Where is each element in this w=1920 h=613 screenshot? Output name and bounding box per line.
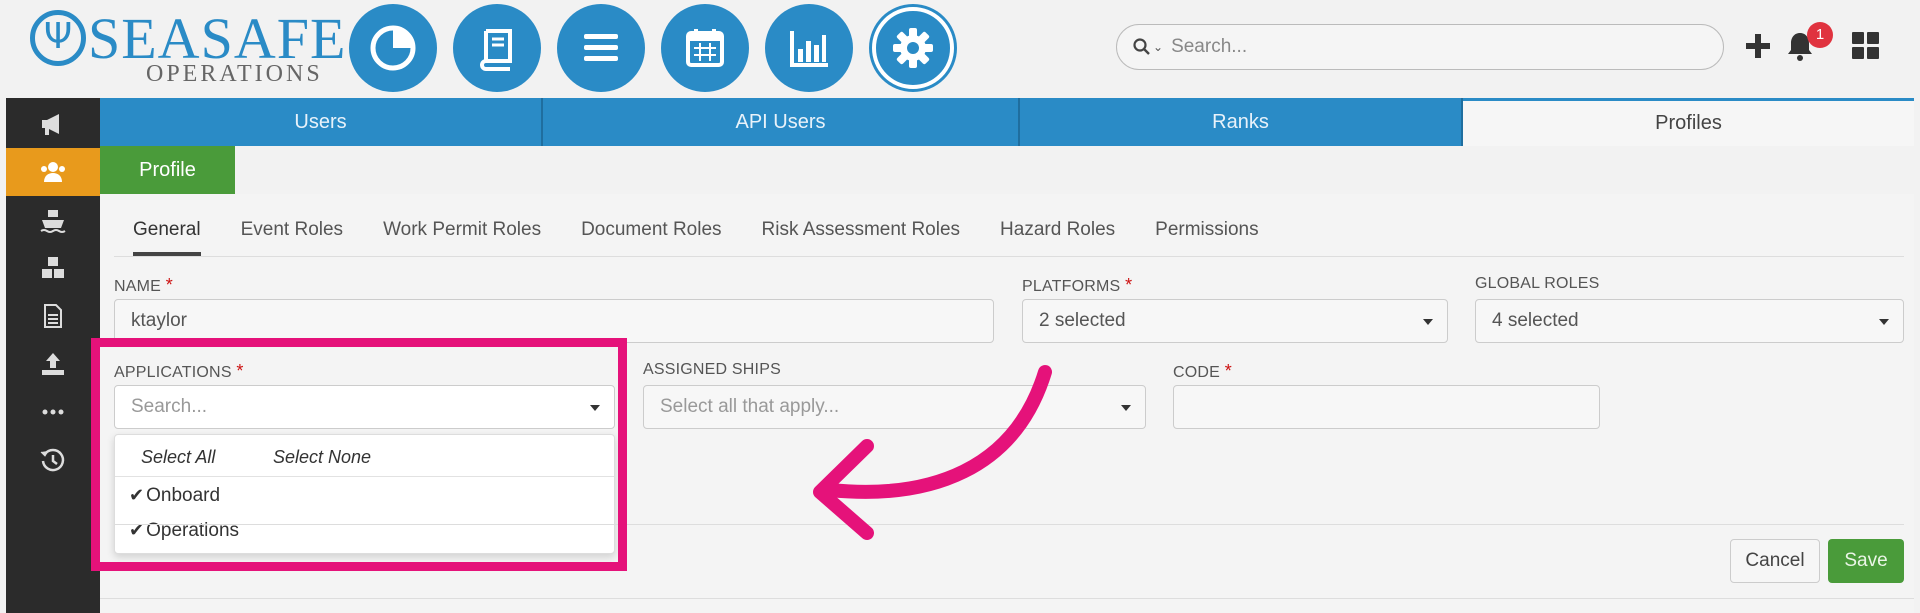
profile-subtabs: General Event Roles Work Permit Roles Do… — [133, 212, 1299, 258]
menu-nav-button[interactable] — [557, 4, 645, 92]
logo-sub: OPERATIONS — [146, 61, 323, 87]
footer-divider — [100, 598, 1914, 599]
menu-icon — [584, 34, 618, 61]
rail-item-ships[interactable] — [6, 196, 100, 244]
subtab-risk-assessment-roles[interactable]: Risk Assessment Roles — [762, 212, 961, 256]
tab-profiles[interactable]: Profiles — [1463, 98, 1914, 146]
global-roles-select[interactable]: 4 selected — [1475, 299, 1904, 343]
assigned-ships-placeholder: Select all that apply... — [660, 396, 840, 417]
logo-brand: SEASAFE — [88, 6, 347, 71]
assigned-ships-label: ASSIGNED SHIPS — [643, 361, 781, 378]
notification-count-badge: 1 — [1807, 22, 1833, 48]
rail-item-more[interactable] — [6, 388, 100, 436]
subtab-event-roles[interactable]: Event Roles — [241, 212, 343, 256]
assigned-ships-select[interactable]: Select all that apply... — [643, 385, 1146, 429]
ship-icon — [40, 210, 66, 233]
chevron-down-icon: ⌄ — [1153, 40, 1164, 54]
dashboard-nav-button[interactable] — [349, 4, 437, 92]
name-field[interactable]: ktaylor — [114, 299, 994, 343]
caret-down-icon — [1879, 319, 1889, 325]
document-icon — [44, 304, 62, 328]
code-field[interactable] — [1173, 385, 1600, 429]
search-icon — [1133, 38, 1150, 55]
subtab-hazard-roles[interactable]: Hazard Roles — [1000, 212, 1115, 256]
upload-icon — [42, 353, 64, 375]
admin-tabs: Users API Users Ranks Profiles — [100, 98, 1914, 146]
book-icon — [480, 29, 512, 71]
global-roles-label: GLOBAL ROLES — [1475, 275, 1600, 292]
calendar-icon — [686, 29, 724, 67]
subtab-general[interactable]: General — [133, 212, 201, 256]
tab-api-users[interactable]: API Users — [543, 98, 1020, 146]
annotation-highlight-box — [91, 338, 627, 571]
name-label: NAME * — [114, 275, 173, 295]
rail-item-documents[interactable] — [6, 292, 100, 340]
subtab-work-permit-roles[interactable]: Work Permit Roles — [383, 212, 541, 256]
history-icon — [40, 448, 65, 472]
gear-icon — [893, 28, 933, 68]
platforms-select[interactable]: 2 selected — [1022, 299, 1448, 343]
seasafe-logo[interactable]: Ψ SEASAFE OPERATIONS — [26, 8, 345, 88]
grid-icon — [1852, 32, 1879, 59]
users-icon — [41, 162, 65, 182]
save-button[interactable]: Save — [1828, 539, 1904, 583]
app-header: Ψ SEASAFE OPERATIONS ⌄ Search... 1 — [6, 0, 1914, 98]
platforms-value: 2 selected — [1039, 310, 1126, 331]
platforms-label: PLATFORMS * — [1022, 275, 1133, 295]
tab-users[interactable]: Users — [100, 98, 543, 146]
caret-down-icon — [1423, 319, 1433, 325]
rail-item-upload[interactable] — [6, 340, 100, 388]
tab-profile[interactable]: Profile — [100, 146, 235, 194]
documents-nav-button[interactable] — [453, 4, 541, 92]
cancel-button[interactable]: Cancel — [1730, 539, 1820, 583]
settings-nav-button[interactable] — [872, 7, 954, 89]
trident-icon: Ψ — [30, 10, 86, 66]
more-icon — [42, 409, 64, 415]
global-search-placeholder: Search... — [1171, 36, 1248, 57]
megaphone-icon — [42, 114, 59, 135]
cubes-icon — [42, 257, 64, 278]
rail-item-users[interactable] — [6, 148, 100, 196]
global-search-input[interactable]: ⌄ Search... — [1116, 24, 1724, 70]
pie-chart-icon — [370, 25, 416, 71]
required-marker: * — [1125, 275, 1133, 295]
reports-nav-button[interactable] — [765, 4, 853, 92]
calendar-nav-button[interactable] — [661, 4, 749, 92]
required-marker: * — [1224, 361, 1232, 381]
tab-ranks[interactable]: Ranks — [1020, 98, 1463, 146]
subtab-permissions[interactable]: Permissions — [1155, 212, 1258, 256]
plus-icon — [1746, 34, 1770, 58]
rail-item-announcements[interactable] — [6, 100, 100, 148]
rail-item-history[interactable] — [6, 436, 100, 484]
caret-down-icon — [1121, 405, 1131, 411]
bar-chart-icon — [790, 31, 828, 67]
subtab-divider — [114, 256, 1904, 257]
rail-item-inventory[interactable] — [6, 244, 100, 292]
subtab-document-roles[interactable]: Document Roles — [581, 212, 721, 256]
apps-grid-button[interactable] — [1848, 28, 1884, 64]
add-button[interactable] — [1740, 28, 1776, 64]
required-marker: * — [165, 275, 173, 295]
global-roles-value: 4 selected — [1492, 310, 1579, 331]
left-rail — [6, 98, 100, 613]
code-label: CODE * — [1173, 361, 1232, 381]
